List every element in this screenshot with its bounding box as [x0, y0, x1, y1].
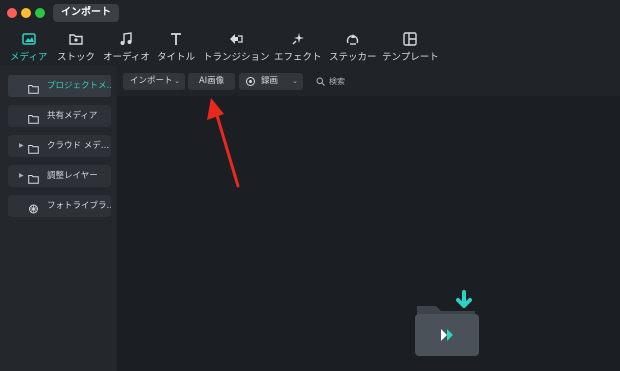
title-bar: インポート [0, 0, 620, 26]
media-toolbar: メディア ストック オーディオ タイトル トランジション エフェクト ステッカー… [0, 26, 620, 66]
ai-image-button-label: AI画像 [198, 76, 225, 86]
app-window: インポート メディア ストック オーディオ タイトル トランジション エフェクト… [0, 0, 620, 371]
toolbar-effect[interactable]: エフェクト [274, 31, 322, 63]
expand-caret-icon[interactable]: ▶ [19, 165, 24, 187]
media-icon [21, 31, 37, 47]
toolbar-audio[interactable]: オーディオ [103, 31, 150, 63]
ai-image-button[interactable]: AI画像 [188, 73, 235, 90]
record-dropdown-button[interactable]: 録画 ⌄ [239, 73, 303, 90]
sidebar-item-shared-media[interactable]: 共有メディア [8, 105, 111, 127]
search-icon [316, 77, 325, 86]
photo-library-icon [28, 201, 39, 214]
template-icon [402, 31, 418, 47]
stock-icon [68, 31, 84, 47]
folder-icon [28, 81, 39, 94]
window-tab-import[interactable]: インポート [53, 4, 119, 22]
import-media-drop-zone[interactable] [414, 289, 480, 359]
record-button-label: 録画 [261, 76, 279, 86]
chevron-down-icon: ⌄ [292, 77, 298, 85]
toolbar-media-label: メディア [10, 52, 48, 63]
expand-caret-icon[interactable]: ▶ [19, 135, 24, 157]
toolbar-sticker[interactable]: ステッカー [329, 31, 377, 63]
sidebar-item-project-media[interactable]: プロジェクトメ… [8, 75, 111, 97]
sidebar-item-cloud-media[interactable]: ▶ クラウド メデ… [8, 135, 111, 157]
toolbar-template[interactable]: テンプレート [382, 31, 439, 63]
minimize-window-button[interactable] [21, 8, 31, 18]
folder-icon [28, 111, 39, 124]
toolbar-template-label: テンプレート [382, 52, 439, 63]
toolbar-title[interactable]: タイトル [157, 31, 195, 63]
folder-icon [28, 141, 39, 154]
toolbar-media[interactable]: メディア [10, 31, 47, 63]
chevron-down-icon: ⌄ [174, 77, 180, 85]
media-main-area: インポート ⌄ AI画像 録画 ⌄ [117, 66, 620, 371]
audio-icon [118, 31, 134, 47]
toolbar-effect-label: エフェクト [274, 52, 322, 63]
toolbar-sticker-label: ステッカー [329, 52, 377, 63]
sidebar-item-label: プロジェクトメ… [47, 81, 111, 91]
import-dropdown-button[interactable]: インポート ⌄ [123, 73, 185, 90]
title-icon [168, 31, 184, 47]
record-icon [246, 77, 255, 86]
toolbar-audio-label: オーディオ [103, 52, 150, 63]
toolbar-title-label: タイトル [157, 52, 196, 63]
close-window-button[interactable] [7, 8, 17, 18]
media-action-bar: インポート ⌄ AI画像 録画 ⌄ [117, 66, 620, 96]
import-folder-icon [415, 290, 479, 356]
toolbar-transition[interactable]: トランジション [203, 31, 270, 63]
zoom-window-button[interactable] [35, 8, 45, 18]
toolbar-stock[interactable]: ストック [57, 31, 95, 63]
sidebar-item-photo-library[interactable]: フォトライブラ… [8, 195, 111, 217]
sidebar-item-label: 調整レイヤー [47, 171, 98, 181]
import-button-label: インポート [130, 76, 173, 86]
sidebar-item-label: 共有メディア [47, 111, 98, 121]
toolbar-transition-label: トランジション [203, 52, 270, 63]
sidebar-item-label: フォトライブラ… [47, 201, 111, 211]
toolbar-stock-label: ストック [57, 52, 96, 63]
media-sidebar: プロジェクトメ… 共有メディア ▶ クラウド メデ… ▶ 調整レイヤー フォトラ… [0, 66, 117, 371]
effect-icon [290, 31, 306, 47]
transition-icon [228, 31, 244, 47]
sidebar-item-label: クラウド メデ… [47, 141, 110, 151]
folder-icon [28, 171, 39, 184]
sticker-icon [345, 31, 361, 47]
sidebar-item-adjustment-layer[interactable]: ▶ 調整レイヤー [8, 165, 111, 187]
search-input[interactable] [329, 74, 419, 89]
